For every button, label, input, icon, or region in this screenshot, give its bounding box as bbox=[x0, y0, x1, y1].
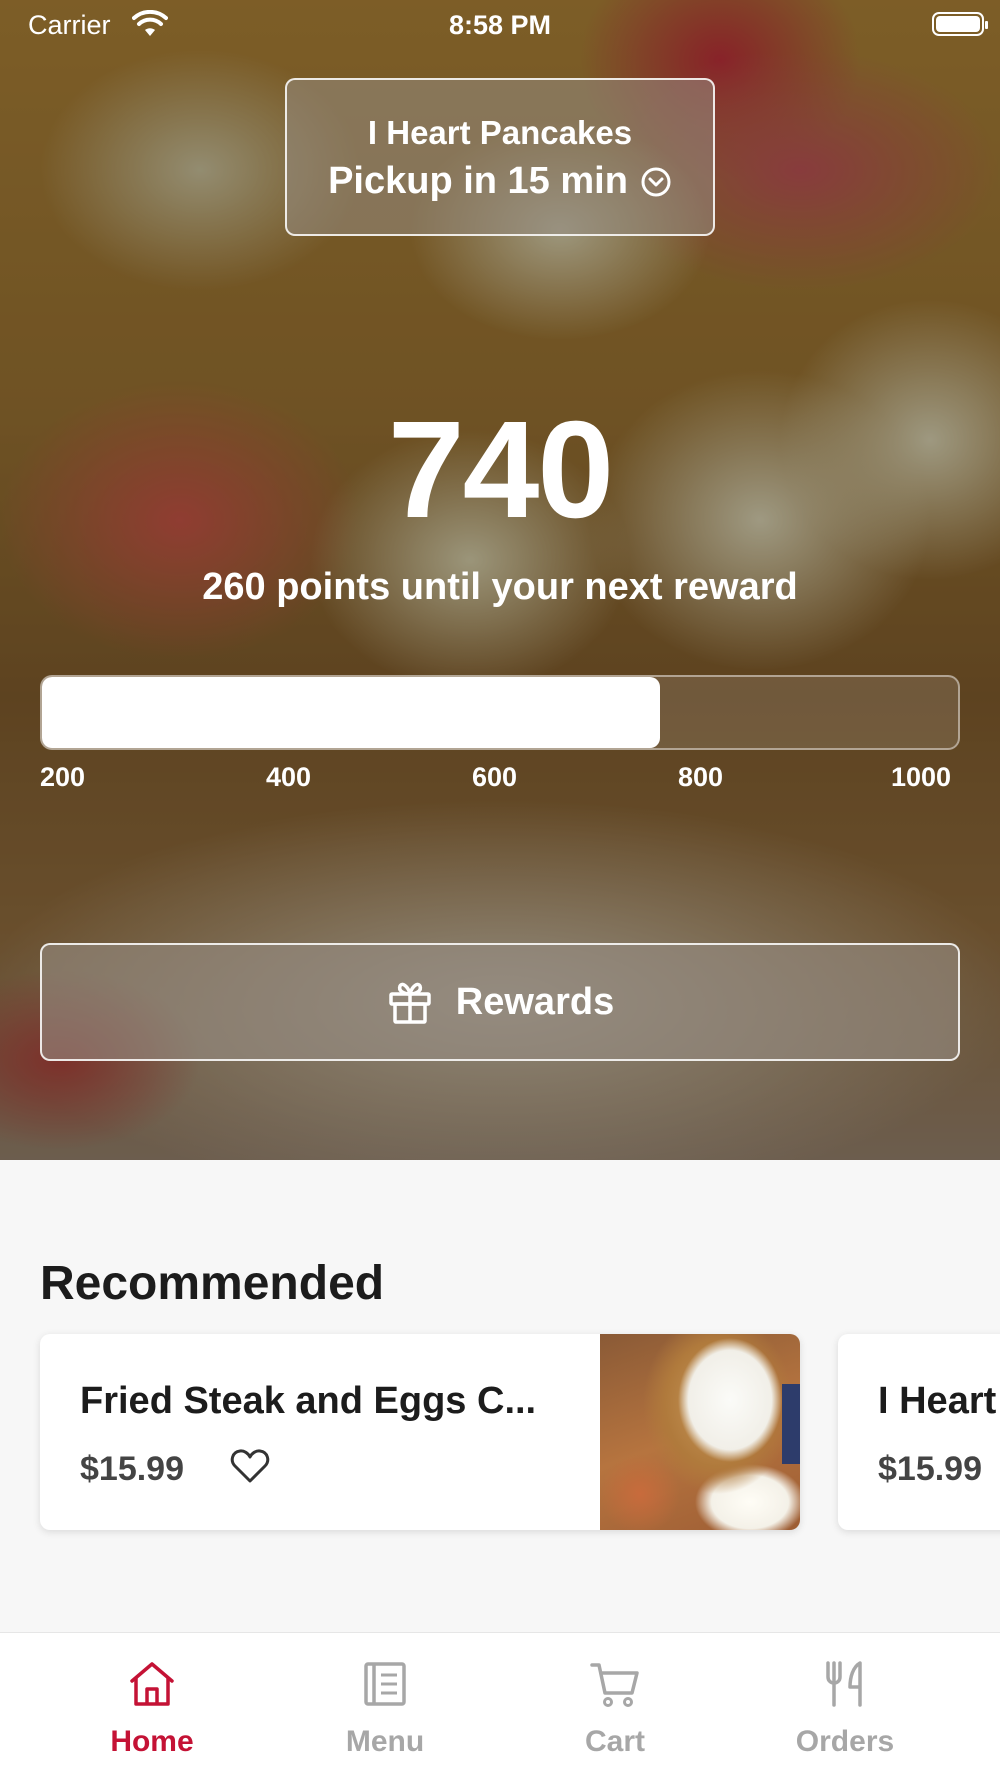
item-name: Fried Steak and Eggs C... bbox=[80, 1380, 537, 1422]
hero-banner: Carrier 8:58 PM I Heart Pancakes Pickup … bbox=[0, 0, 1000, 1160]
tab-menu[interactable]: Menu bbox=[260, 1633, 510, 1778]
recommended-item-card[interactable]: Fried Steak and Eggs C... $15.99 bbox=[40, 1334, 800, 1530]
recommended-item-card[interactable]: I Heart $15.99 bbox=[838, 1334, 1000, 1530]
tab-cart[interactable]: Cart bbox=[490, 1633, 740, 1778]
recommended-title: Recommended bbox=[40, 1257, 385, 1310]
points-progress-fill bbox=[42, 677, 661, 748]
tab-label: Home bbox=[110, 1725, 194, 1758]
progress-tick: 800 bbox=[678, 762, 724, 792]
pickup-time: Pickup in 15 min bbox=[287, 160, 713, 203]
gift-icon bbox=[389, 982, 431, 1024]
item-name: I Heart bbox=[878, 1380, 997, 1422]
item-price: $15.99 bbox=[878, 1450, 982, 1488]
tab-label: Menu bbox=[345, 1725, 425, 1758]
progress-tick: 200 bbox=[40, 762, 86, 792]
item-price: $15.99 bbox=[80, 1450, 184, 1488]
rewards-button[interactable]: Rewards bbox=[40, 943, 960, 1061]
progress-tick: 400 bbox=[266, 762, 312, 792]
chevron-down-circle-icon bbox=[641, 167, 671, 196]
tab-label: Orders bbox=[795, 1725, 895, 1758]
progress-tick: 1000 bbox=[891, 762, 952, 792]
tab-home[interactable]: Home bbox=[27, 1633, 277, 1778]
store-selector[interactable]: I Heart Pancakes Pickup in 15 min bbox=[285, 78, 715, 236]
status-time: 8:58 PM bbox=[448, 10, 552, 40]
pickup-time-label: Pickup in 15 min bbox=[328, 160, 628, 202]
menu-icon bbox=[364, 1662, 406, 1706]
points-caption: 260 points until your next reward bbox=[202, 566, 798, 608]
home-icon bbox=[130, 1662, 174, 1706]
progress-tick: 600 bbox=[472, 762, 518, 792]
fork-knife-icon bbox=[826, 1661, 862, 1707]
battery-icon bbox=[932, 12, 988, 36]
bottom-tab-bar: Home Menu Cart Orders bbox=[0, 1632, 1000, 1778]
status-bar: Carrier 8:58 PM bbox=[0, 0, 1000, 50]
store-name: I Heart Pancakes bbox=[367, 114, 633, 151]
rewards-button-label: Rewards bbox=[455, 980, 615, 1023]
cart-icon bbox=[590, 1663, 639, 1707]
item-photo bbox=[600, 1334, 800, 1530]
tab-label: Cart bbox=[584, 1725, 645, 1758]
points-value: 740 bbox=[387, 393, 614, 547]
tab-orders[interactable]: Orders bbox=[720, 1633, 970, 1778]
points-progress-bar bbox=[40, 675, 960, 750]
heart-icon[interactable] bbox=[230, 1448, 270, 1484]
